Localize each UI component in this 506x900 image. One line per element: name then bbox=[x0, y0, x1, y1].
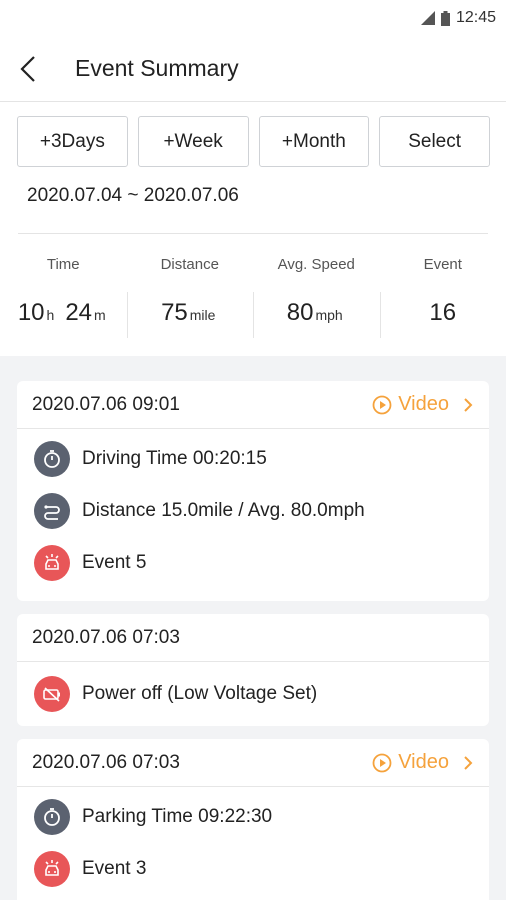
event-card[interactable]: 2020.07.06 07:03 Power off (Low Voltage … bbox=[17, 614, 489, 726]
stat-minutes-unit: m bbox=[94, 307, 106, 323]
signal-icon bbox=[420, 11, 435, 25]
battery-icon bbox=[440, 10, 450, 26]
event-count-text: Event 5 bbox=[82, 552, 147, 573]
stat-time-value: 10 h 24 m bbox=[18, 299, 109, 327]
stat-divider bbox=[126, 292, 128, 338]
stat-hours-unit: h bbox=[46, 307, 55, 323]
detail-row: Power off (Low Voltage Set) bbox=[17, 668, 489, 720]
event-count-text: Event 3 bbox=[82, 858, 147, 879]
card-header: 2020.07.06 09:01 Video bbox=[17, 381, 489, 429]
top-section: 12:45 Event Summary +3Days +Week +Month … bbox=[0, 0, 506, 356]
detail-row: Event 3 bbox=[17, 843, 489, 895]
stat-event-value: 16 bbox=[429, 299, 456, 327]
stat-divider bbox=[379, 292, 381, 338]
stat-time: Time 10 h 24 m bbox=[0, 256, 127, 356]
car-crash-icon bbox=[34, 851, 70, 887]
stat-distance: Distance 75 mile bbox=[126, 256, 254, 356]
play-circle-icon bbox=[372, 395, 392, 414]
video-link[interactable]: Video bbox=[372, 393, 473, 416]
stat-hours: 10 bbox=[17, 299, 45, 326]
chevron-right-icon bbox=[464, 755, 473, 770]
status-time: 12:45 bbox=[455, 9, 496, 26]
month-button[interactable]: +Month bbox=[258, 116, 370, 167]
battery-low-icon bbox=[34, 676, 70, 712]
stat-distance-label: Distance bbox=[160, 256, 219, 273]
chevron-right-icon bbox=[464, 397, 473, 412]
stopwatch-icon bbox=[34, 799, 70, 835]
page-title: Event Summary bbox=[75, 55, 239, 81]
detail-row: Distance 15.0mile / Avg. 80.0mph bbox=[17, 485, 489, 537]
stat-time-label: Time bbox=[46, 256, 80, 273]
back-arrow-icon bbox=[20, 55, 35, 82]
card-body: Power off (Low Voltage Set) bbox=[17, 662, 489, 726]
card-header: 2020.07.06 07:03 bbox=[17, 614, 489, 662]
card-date: 2020.07.06 07:03 bbox=[32, 626, 180, 648]
stat-speed-unit: mph bbox=[315, 307, 343, 323]
stat-minutes: 24 bbox=[65, 299, 93, 326]
distance-text: Distance 15.0mile / Avg. 80.0mph bbox=[82, 500, 365, 521]
card-body: Parking Time 09:22:30 Event 3 bbox=[17, 787, 489, 900]
video-link[interactable]: Video bbox=[372, 751, 473, 774]
driving-time-text: Driving Time 00:20:15 bbox=[82, 448, 267, 469]
stat-speed-label: Avg. Speed bbox=[277, 256, 355, 273]
detail-row: Driving Time 00:20:15 bbox=[17, 433, 489, 485]
date-range: 2020.07.04 ~ 2020.07.06 bbox=[27, 185, 239, 206]
app-bar: Event Summary bbox=[0, 36, 506, 102]
stat-event-number: 16 bbox=[429, 299, 457, 326]
stat-speed-value: 80 mph bbox=[287, 299, 346, 327]
three-days-button[interactable]: +3Days bbox=[17, 116, 128, 167]
parking-time-text: Parking Time 09:22:30 bbox=[82, 806, 273, 827]
stat-speed-number: 80 bbox=[286, 299, 314, 326]
stopwatch-icon bbox=[34, 441, 70, 477]
route-icon bbox=[34, 493, 70, 529]
stat-distance-value: 75 mile bbox=[161, 299, 218, 327]
stat-event-label: Event bbox=[423, 256, 462, 273]
stat-divider bbox=[253, 292, 254, 338]
date-filter-bar: +3Days +Week +Month Select bbox=[0, 102, 506, 167]
select-button[interactable]: Select bbox=[379, 116, 490, 167]
stat-distance-number: 75 bbox=[161, 299, 188, 326]
video-label: Video bbox=[398, 751, 449, 773]
card-date: 2020.07.06 09:01 bbox=[32, 393, 180, 415]
power-off-text: Power off (Low Voltage Set) bbox=[82, 683, 318, 704]
detail-row: Event 5 bbox=[17, 537, 489, 589]
detail-row: Parking Time 09:22:30 bbox=[17, 791, 489, 843]
back-button[interactable] bbox=[20, 54, 50, 84]
card-date: 2020.07.06 07:03 bbox=[32, 751, 180, 773]
stat-speed: Avg. Speed 80 mph bbox=[253, 256, 380, 356]
stat-event: Event 16 bbox=[379, 256, 506, 356]
card-header: 2020.07.06 07:03 Video bbox=[17, 739, 489, 787]
week-button[interactable]: +Week bbox=[137, 116, 249, 167]
summary-stats: Time 10 h 24 m Distance 75 mile Avg. Speed … bbox=[0, 234, 506, 356]
status-bar: 12:45 bbox=[0, 0, 506, 36]
car-crash-icon bbox=[34, 545, 70, 581]
event-card[interactable]: 2020.07.06 07:03 Video Parking Time 09:2… bbox=[17, 739, 489, 900]
card-body: Driving Time 00:20:15 Distance 15.0mile … bbox=[17, 429, 489, 601]
video-label: Video bbox=[398, 393, 449, 415]
play-circle-icon bbox=[372, 753, 392, 772]
event-card[interactable]: 2020.07.06 09:01 Video Driving Time 00:2… bbox=[17, 381, 489, 601]
event-list: 2020.07.06 09:01 Video Driving Time 00:2… bbox=[0, 356, 506, 900]
stat-distance-unit: mile bbox=[189, 307, 216, 323]
